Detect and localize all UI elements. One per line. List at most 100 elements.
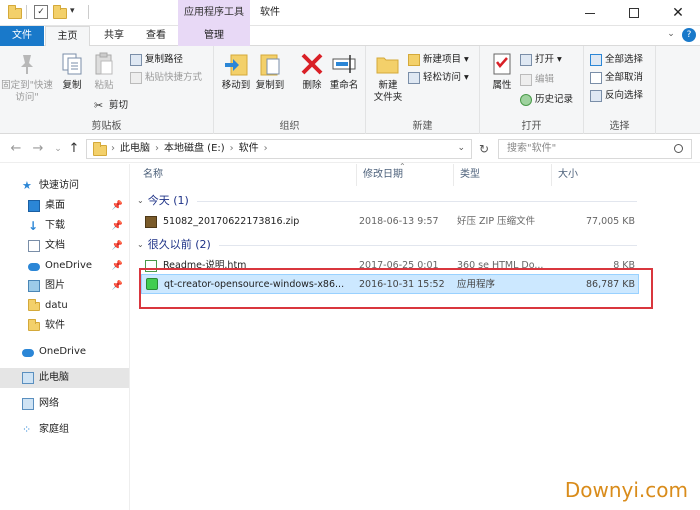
paste-shortcut-button[interactable]: 粘贴快捷方式	[130, 70, 202, 86]
collapse-chevron-icon: ⌄	[137, 240, 144, 249]
file-row[interactable]: 51082_20170622173816.zip 2018-06-13 9:57…	[141, 212, 639, 232]
group-header-long-ago[interactable]: ⌄ 很久以前 (2)	[137, 236, 637, 254]
pin-icon	[14, 50, 40, 78]
nav-item-downloads[interactable]: ↓ 下载 📌	[0, 216, 129, 236]
tab-share[interactable]: 共享	[94, 26, 134, 46]
tab-file[interactable]: 文件	[0, 26, 44, 46]
minimize-button[interactable]	[568, 0, 612, 26]
select-group-label: 选择	[609, 121, 630, 132]
group-header-today[interactable]: ⌄ 今天 (1)	[137, 192, 637, 210]
new-item-icon	[408, 54, 420, 66]
select-none-label: 全部取消	[605, 72, 644, 83]
copy-button[interactable]: 复制	[54, 50, 90, 92]
new-folder-button[interactable]: 新建 文件夹	[368, 50, 408, 104]
divider	[26, 5, 27, 19]
nav-item-label: 文档	[45, 240, 65, 251]
nav-item-pictures[interactable]: 图片 📌	[0, 276, 129, 296]
nav-item-label: 软件	[45, 320, 65, 331]
column-header-size[interactable]: 大小	[552, 164, 642, 186]
edit-icon	[520, 74, 532, 86]
nav-item-onedrive-pinned[interactable]: OneDrive 📌	[0, 256, 129, 276]
new-folder-quick-icon[interactable]	[53, 5, 67, 19]
close-button[interactable]: ✕	[656, 0, 700, 26]
tab-manage[interactable]: 管理	[178, 26, 250, 46]
nav-item-quick-access[interactable]: ★ 快速访问	[0, 176, 129, 196]
pin-icon: 📌	[111, 281, 123, 291]
copy-path-button[interactable]: 复制路径	[130, 52, 183, 68]
recent-locations-icon[interactable]: ⌄	[50, 141, 66, 157]
nav-item-this-pc[interactable]: 此电脑	[0, 368, 129, 388]
delete-button[interactable]: 删除	[294, 50, 330, 92]
history-button[interactable]: 历史记录	[520, 92, 573, 108]
column-header-type[interactable]: 类型	[454, 164, 552, 186]
nav-item-software[interactable]: 软件	[0, 316, 129, 336]
back-arrow-icon[interactable]: ←	[8, 141, 24, 157]
paste-shortcut-label: 粘贴快捷方式	[145, 72, 203, 83]
breadcrumb-separator: ›	[111, 143, 115, 154]
maximize-button[interactable]	[612, 0, 656, 26]
breadcrumb-item[interactable]: 本地磁盘 (E:)	[164, 140, 225, 158]
breadcrumb-item[interactable]: 此电脑	[120, 140, 150, 158]
column-header-date[interactable]: 修改日期	[357, 164, 454, 186]
scissors-icon: ✂	[94, 99, 104, 112]
nav-item-homegroup[interactable]: ⁘ 家庭组	[0, 420, 129, 440]
invert-selection-button[interactable]: 反向选择	[590, 88, 643, 104]
search-input[interactable]: 搜索"软件"	[498, 139, 692, 159]
file-date: 2018-06-13 9:57	[359, 216, 439, 227]
up-arrow-icon[interactable]: ↑	[66, 141, 82, 157]
delete-label: 删除	[302, 80, 322, 91]
help-icon[interactable]: ?	[682, 28, 696, 42]
cut-label: 剪切	[109, 100, 129, 111]
nav-item-desktop[interactable]: 桌面 📌	[0, 196, 129, 216]
new-item-button[interactable]: 新建项目 ▾	[408, 52, 469, 68]
column-header-name[interactable]: 名称	[137, 164, 357, 186]
edit-button[interactable]: 编辑	[520, 72, 554, 88]
breadcrumb-item[interactable]: 软件	[239, 140, 259, 158]
breadcrumb-separator: ›	[229, 143, 234, 154]
select-none-button[interactable]: 全部取消	[590, 70, 643, 86]
nav-item-label: 图片	[45, 280, 65, 291]
pin-icon: 📌	[111, 261, 123, 271]
tab-home[interactable]: 主页	[45, 26, 90, 47]
address-dropdown-icon[interactable]: ⌄	[457, 143, 465, 153]
properties-button[interactable]: 属性	[484, 50, 520, 92]
close-icon: ✕	[672, 5, 684, 21]
refresh-icon[interactable]: ↻	[476, 141, 492, 157]
move-to-button[interactable]: 移动到	[218, 50, 254, 92]
breadcrumb-separator: ›	[155, 143, 159, 154]
rename-icon	[331, 50, 357, 78]
title-bar: ✓ ▾ 应用程序工具 软件 ✕	[0, 0, 700, 26]
watermark: Downyi.com	[564, 478, 688, 502]
nav-item-label: OneDrive	[45, 260, 93, 271]
file-list: 名称 ⌃ 修改日期 类型 大小 ⌄ 今天 (1) 51082_2017062217…	[131, 162, 700, 510]
nav-item-documents[interactable]: 文档 📌	[0, 236, 129, 256]
forward-arrow-icon[interactable]: →	[30, 141, 46, 157]
easy-access-label: 轻松访问 ▾	[423, 72, 469, 83]
copy-to-label: 复制到	[255, 80, 285, 91]
copy-to-button[interactable]: 复制到	[252, 50, 288, 92]
cut-button[interactable]: ✂ 剪切	[94, 98, 128, 114]
pin-quick-access-button[interactable]: 固定到"快速访问"	[1, 50, 53, 104]
open-button[interactable]: 打开 ▾	[520, 52, 562, 68]
new-folder-icon	[375, 50, 401, 78]
rename-button[interactable]: 重命名	[326, 50, 362, 92]
tab-view[interactable]: 查看	[136, 26, 176, 46]
breadcrumb-separator: ›	[263, 143, 268, 154]
easy-access-button[interactable]: 轻松访问 ▾	[408, 70, 469, 86]
paste-button[interactable]: 粘贴	[86, 50, 122, 92]
customize-quick-access-icon[interactable]: ▾	[70, 6, 75, 16]
pin-icon: 📌	[111, 241, 123, 251]
expand-ribbon-icon[interactable]: ⌄	[664, 29, 678, 43]
folder-icon	[8, 5, 22, 19]
properties-quick-icon[interactable]: ✓	[34, 5, 48, 19]
file-size: 77,005 KB	[585, 216, 635, 227]
nav-item-onedrive[interactable]: OneDrive	[0, 342, 129, 362]
nav-item-datu[interactable]: datu	[0, 296, 129, 316]
nav-item-network[interactable]: 网络	[0, 394, 129, 414]
select-all-button[interactable]: 全部选择	[590, 52, 643, 68]
new-group: 新建 文件夹 新建项目 ▾ 轻松访问 ▾ 新建	[366, 46, 480, 134]
ribbon-tabs: 文件 主页 共享 查看 管理 ⌄ ?	[0, 26, 700, 47]
address-box[interactable]: › 此电脑 › 本地磁盘 (E:) › 软件 › ⌄	[86, 139, 472, 159]
copy-icon	[59, 50, 85, 78]
pin-icon: 📌	[111, 201, 123, 211]
